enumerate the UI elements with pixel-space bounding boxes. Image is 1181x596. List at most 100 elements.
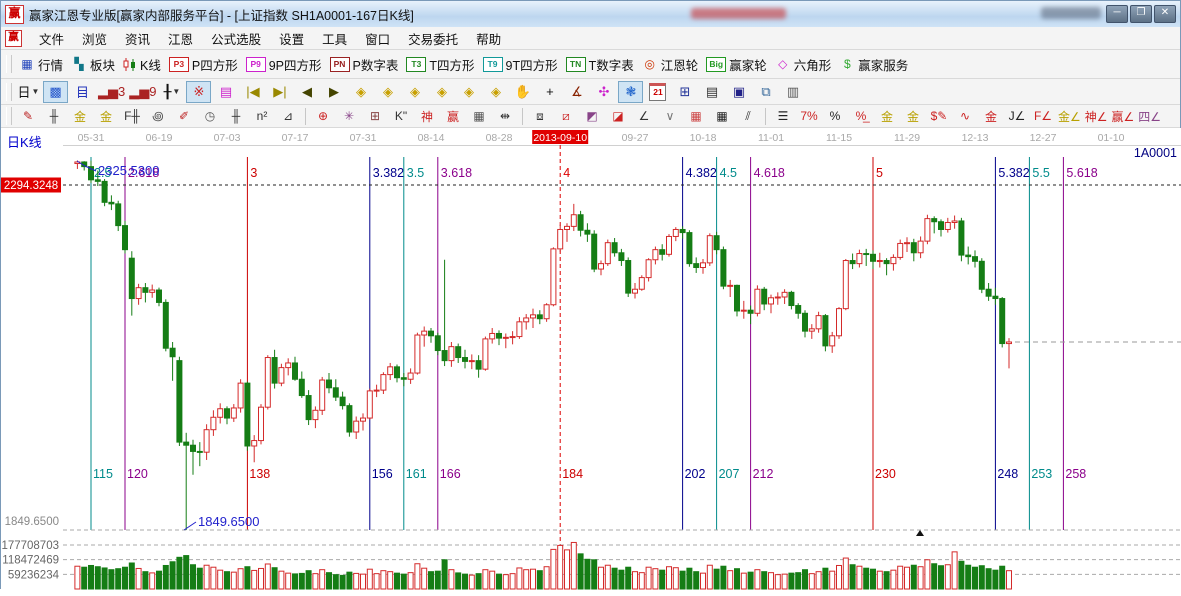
diamond-scroll-left-button[interactable]: ◈ bbox=[348, 81, 373, 103]
gann-fan-button[interactable]: ⧄ bbox=[554, 106, 578, 126]
percent-table-button[interactable]: ☰ bbox=[771, 106, 795, 126]
parallel-lines-button[interactable]: ⫽ bbox=[736, 106, 760, 126]
spiral-button[interactable]: ꩜ bbox=[146, 106, 170, 126]
measure-angle-button[interactable]: ∡ bbox=[564, 81, 589, 103]
sectors-button[interactable]: ▚板块 bbox=[71, 55, 115, 74]
dollar-pencil-button[interactable]: $✎ bbox=[927, 106, 951, 126]
mini-chart-9-button[interactable]: ▂▅9 bbox=[128, 81, 157, 103]
first-page-button[interactable]: |◀ bbox=[240, 81, 265, 103]
menu-交易委托[interactable]: 交易委托 bbox=[399, 27, 467, 50]
shen-grid-button[interactable]: 神 bbox=[415, 106, 439, 126]
kline-button[interactable]: K线 bbox=[123, 55, 161, 74]
screen-layout-button[interactable]: ▩ bbox=[43, 81, 68, 103]
time-circle-button[interactable]: ◷ bbox=[198, 106, 222, 126]
width-arrows-button[interactable]: ⇹ bbox=[493, 106, 517, 126]
angle-mirror-button[interactable]: ⊿ bbox=[276, 106, 300, 126]
t-number-table-button[interactable]: TNT数字表 bbox=[566, 55, 634, 74]
diamond-scroll-right-button[interactable]: ◈ bbox=[375, 81, 400, 103]
gann-box-button[interactable]: ⧈ bbox=[528, 106, 552, 126]
pan-hand-button[interactable]: ✋ bbox=[510, 81, 535, 103]
hexagon-button[interactable]: ◇六角形 bbox=[775, 55, 832, 74]
menu-设置[interactable]: 设置 bbox=[270, 27, 313, 50]
black-grid-button[interactable]: ▦ bbox=[710, 106, 734, 126]
minimize-button[interactable]: ─ bbox=[1106, 5, 1128, 23]
menu-窗口[interactable]: 窗口 bbox=[356, 27, 399, 50]
9t-square-button[interactable]: T99T四方形 bbox=[483, 55, 558, 74]
draw-pencil-button[interactable]: ✎ bbox=[16, 106, 40, 126]
percent-button[interactable]: % bbox=[823, 106, 847, 126]
gann-wheel-button[interactable]: ◎江恩轮 bbox=[642, 55, 699, 74]
calculator-button[interactable]: ⊞ bbox=[672, 81, 697, 103]
crosshair-button[interactable]: + bbox=[537, 81, 562, 103]
ruler-button[interactable]: ╫ bbox=[42, 106, 66, 126]
menu-浏览[interactable]: 浏览 bbox=[73, 27, 116, 50]
diamond-expand-button[interactable]: ◈ bbox=[429, 81, 454, 103]
candle-style-dropdown[interactable]: ╂▼ bbox=[159, 81, 184, 103]
p-square-button[interactable]: P3P四方形 bbox=[169, 55, 238, 74]
gold-ruler-2-button[interactable]: 金 bbox=[94, 106, 118, 126]
f-angle-button[interactable]: F∠ bbox=[1031, 106, 1055, 126]
price-pencil-button[interactable]: ✐ bbox=[172, 106, 196, 126]
percent-line-button[interactable]: %̲ bbox=[849, 106, 873, 126]
9p-square-button[interactable]: P99P四方形 bbox=[246, 55, 322, 74]
winner-service-button[interactable]: $赢家服务 bbox=[839, 55, 908, 74]
menu-工具[interactable]: 工具 bbox=[313, 27, 356, 50]
marker-triangle-icon[interactable] bbox=[916, 530, 924, 536]
fan-box-button[interactable]: ◩ bbox=[580, 106, 604, 126]
grid-123-button[interactable]: ▦ bbox=[467, 106, 491, 126]
menu-帮助[interactable]: 帮助 bbox=[467, 27, 510, 50]
share-button[interactable]: ⧉ bbox=[753, 81, 778, 103]
close-button[interactable]: ✕ bbox=[1154, 5, 1176, 23]
t-square-button[interactable]: T3T四方形 bbox=[406, 55, 474, 74]
next-bar-button[interactable]: ▶ bbox=[321, 81, 346, 103]
f-ruler-button[interactable]: F╫ bbox=[120, 106, 144, 126]
diamond-fit-button[interactable]: ◈ bbox=[483, 81, 508, 103]
menu-资讯[interactable]: 资讯 bbox=[116, 27, 159, 50]
n-square-button[interactable]: n² bbox=[250, 106, 274, 126]
target-button[interactable]: ⊕ bbox=[311, 106, 335, 126]
k-quote-button[interactable]: K" bbox=[389, 106, 413, 126]
web-grid-button[interactable]: ⊞ bbox=[363, 106, 387, 126]
notes-button[interactable]: ▤ bbox=[699, 81, 724, 103]
pattern-tool-button[interactable]: ※ bbox=[186, 81, 211, 103]
wave-percent-button[interactable]: ∿ bbox=[953, 106, 977, 126]
menu-公式选股[interactable]: 公式选股 bbox=[202, 27, 270, 50]
volume-profile-button[interactable]: ▤ bbox=[213, 81, 238, 103]
gold-ruler-button[interactable]: 金 bbox=[68, 106, 92, 126]
red-grid-button[interactable]: ▦ bbox=[684, 106, 708, 126]
star-web-button[interactable]: ✳ bbox=[337, 106, 361, 126]
chart-area[interactable]: 05-3106-1907-0307-1707-3108-1408-282013-… bbox=[1, 128, 1181, 591]
p-number-table-button[interactable]: PNP数字表 bbox=[330, 55, 399, 74]
restore-button[interactable]: ❐ bbox=[1130, 5, 1152, 23]
diamond-compress-button[interactable]: ◈ bbox=[402, 81, 427, 103]
f10-info-button[interactable]: 目 bbox=[70, 81, 95, 103]
gold-red-line-button[interactable]: 金 bbox=[979, 106, 1003, 126]
gold-circle-button[interactable]: 金 bbox=[875, 106, 899, 126]
angle-lines-button[interactable]: ∠ bbox=[632, 106, 656, 126]
diamond-vscale-button[interactable]: ◈ bbox=[456, 81, 481, 103]
ying-grid-button[interactable]: 赢 bbox=[441, 106, 465, 126]
j-angle-button[interactable]: J∠ bbox=[1005, 106, 1029, 126]
save-button[interactable]: ▣ bbox=[726, 81, 751, 103]
winner-wheel-button[interactable]: Big赢家轮 bbox=[706, 55, 767, 74]
si-angle-button[interactable]: 四∠ bbox=[1137, 106, 1162, 126]
menu-文件[interactable]: 文件 bbox=[30, 27, 73, 50]
mini-chart-3-button[interactable]: ▂▅3 bbox=[97, 81, 126, 103]
gold-line-button[interactable]: 金 bbox=[901, 106, 925, 126]
print-button[interactable]: ▥ bbox=[780, 81, 805, 103]
menu-江恩[interactable]: 江恩 bbox=[159, 27, 202, 50]
shen-angle-button[interactable]: 神∠ bbox=[1084, 106, 1109, 126]
fan-box-red-button[interactable]: ◪ bbox=[606, 106, 630, 126]
calendar-button[interactable]: 21 bbox=[645, 81, 670, 103]
period-daily-dropdown[interactable]: 日▼ bbox=[16, 81, 41, 103]
quotes-button[interactable]: ▦行情 bbox=[19, 55, 63, 74]
last-page-button[interactable]: ▶| bbox=[267, 81, 292, 103]
gann-tools-button[interactable]: ✣ bbox=[591, 81, 616, 103]
seven-percent-button[interactable]: 7% bbox=[797, 106, 821, 126]
gold-angle-button[interactable]: 金∠ bbox=[1057, 106, 1082, 126]
v-line-button[interactable]: ∨ bbox=[658, 106, 682, 126]
kline-chart[interactable]: 05-3106-1907-0307-1707-3108-1408-282013-… bbox=[1, 128, 1181, 591]
prev-bar-button[interactable]: ◀ bbox=[294, 81, 319, 103]
wave-tool-button[interactable]: ❃ bbox=[618, 81, 643, 103]
tick-ruler-button[interactable]: ╫ bbox=[224, 106, 248, 126]
